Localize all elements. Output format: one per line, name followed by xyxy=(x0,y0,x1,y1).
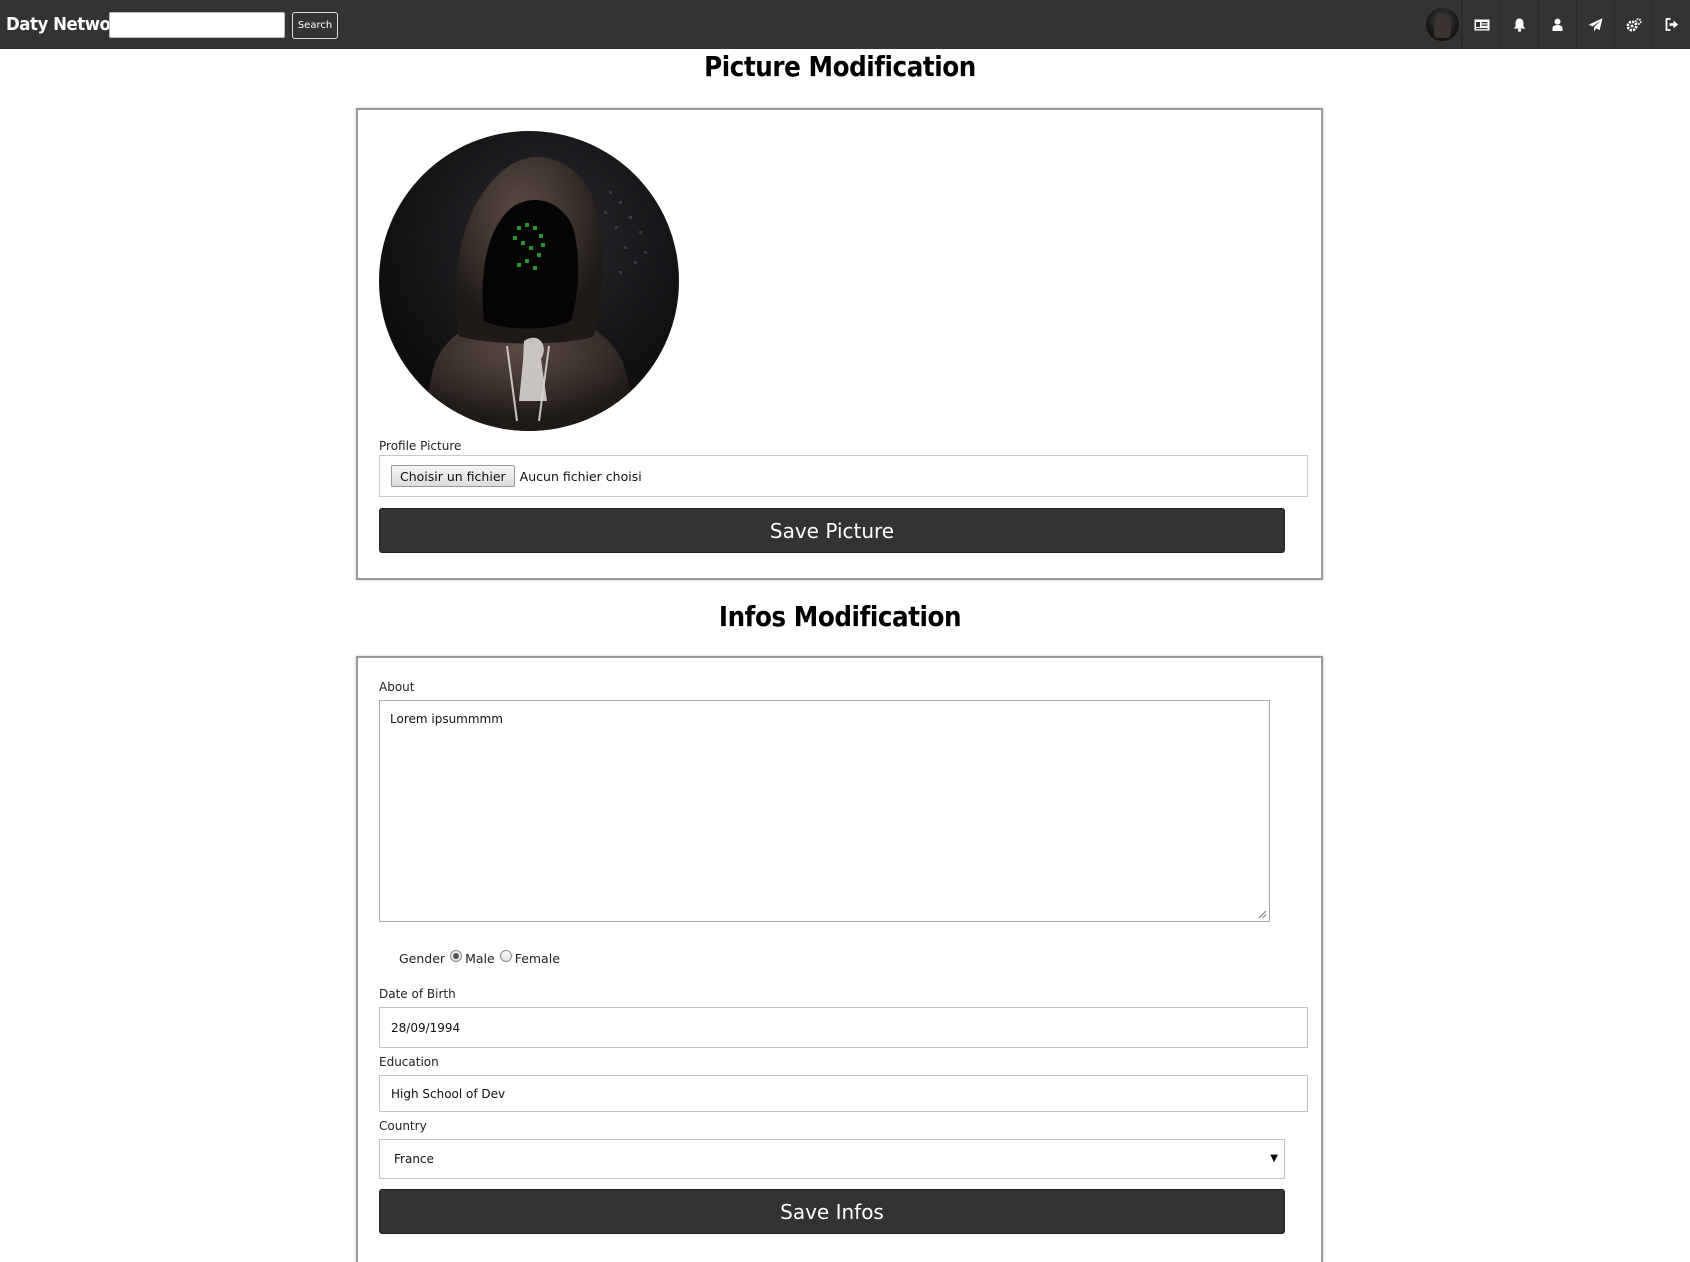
dob-input[interactable]: 28/09/1994 xyxy=(379,1007,1308,1048)
hooded-figure-image xyxy=(379,131,679,431)
chevron-down-icon: ▼ xyxy=(1270,1153,1278,1164)
paper-plane-icon xyxy=(1588,17,1603,31)
about-textarea[interactable]: Lorem ipsummmm xyxy=(379,700,1270,922)
country-label: Country xyxy=(379,1119,427,1133)
save-infos-button[interactable]: Save Infos xyxy=(379,1189,1285,1234)
profile-card-button[interactable] xyxy=(1462,0,1500,49)
avatar-thumbnail xyxy=(1426,8,1459,41)
gender-female-label: Female xyxy=(514,950,560,966)
nav-actions xyxy=(1424,0,1690,49)
country-select[interactable]: France ▼ xyxy=(379,1139,1285,1179)
logout-button[interactable] xyxy=(1652,0,1690,49)
education-value: High School of Dev xyxy=(391,1086,506,1101)
picture-panel: Profile Picture Choisir un fichier Aucun… xyxy=(356,108,1323,580)
save-picture-button[interactable]: Save Picture xyxy=(379,508,1285,553)
profile-picture-file-input[interactable]: Choisir un fichier Aucun fichier choisi xyxy=(379,455,1308,497)
settings-button[interactable] xyxy=(1614,0,1652,49)
profile-picture-label: Profile Picture xyxy=(379,439,462,453)
user-icon xyxy=(1552,18,1563,31)
cogs-icon xyxy=(1626,17,1642,31)
country-value: France xyxy=(394,1152,434,1166)
notifications-button[interactable] xyxy=(1500,0,1538,49)
profile-picture xyxy=(379,131,679,431)
bell-icon xyxy=(1513,18,1526,32)
id-card-icon xyxy=(1474,19,1489,30)
gender-female-radio[interactable] xyxy=(499,950,512,962)
profile-button[interactable] xyxy=(1538,0,1576,49)
top-navbar: Daty Network Search xyxy=(0,0,1690,49)
sign-out-icon xyxy=(1665,18,1678,31)
education-label: Education xyxy=(379,1055,439,1069)
gender-male-label: Male xyxy=(465,950,495,966)
dob-value: 28/09/1994 xyxy=(391,1020,461,1035)
gender-row: Gender Male Female xyxy=(399,950,560,966)
gender-label: Gender xyxy=(399,950,446,966)
nav-avatar[interactable] xyxy=(1424,0,1462,49)
resize-grip-icon[interactable] xyxy=(1258,910,1267,919)
messages-button[interactable] xyxy=(1576,0,1614,49)
search-input[interactable] xyxy=(109,12,285,38)
file-status-text: Aucun fichier choisi xyxy=(519,468,642,484)
about-text: Lorem ipsummmm xyxy=(390,712,503,726)
gender-male-radio[interactable] xyxy=(450,950,463,962)
infos-section-title: Infos Modification xyxy=(718,600,962,633)
search-button[interactable]: Search xyxy=(292,12,338,39)
education-input[interactable]: High School of Dev xyxy=(379,1075,1308,1112)
dob-label: Date of Birth xyxy=(379,987,456,1001)
picture-section-title: Picture Modification xyxy=(704,50,976,83)
infos-panel: About Lorem ipsummmm Gender Male Female … xyxy=(356,656,1323,1262)
choose-file-button[interactable]: Choisir un fichier xyxy=(391,465,515,487)
about-label: About xyxy=(379,680,415,694)
